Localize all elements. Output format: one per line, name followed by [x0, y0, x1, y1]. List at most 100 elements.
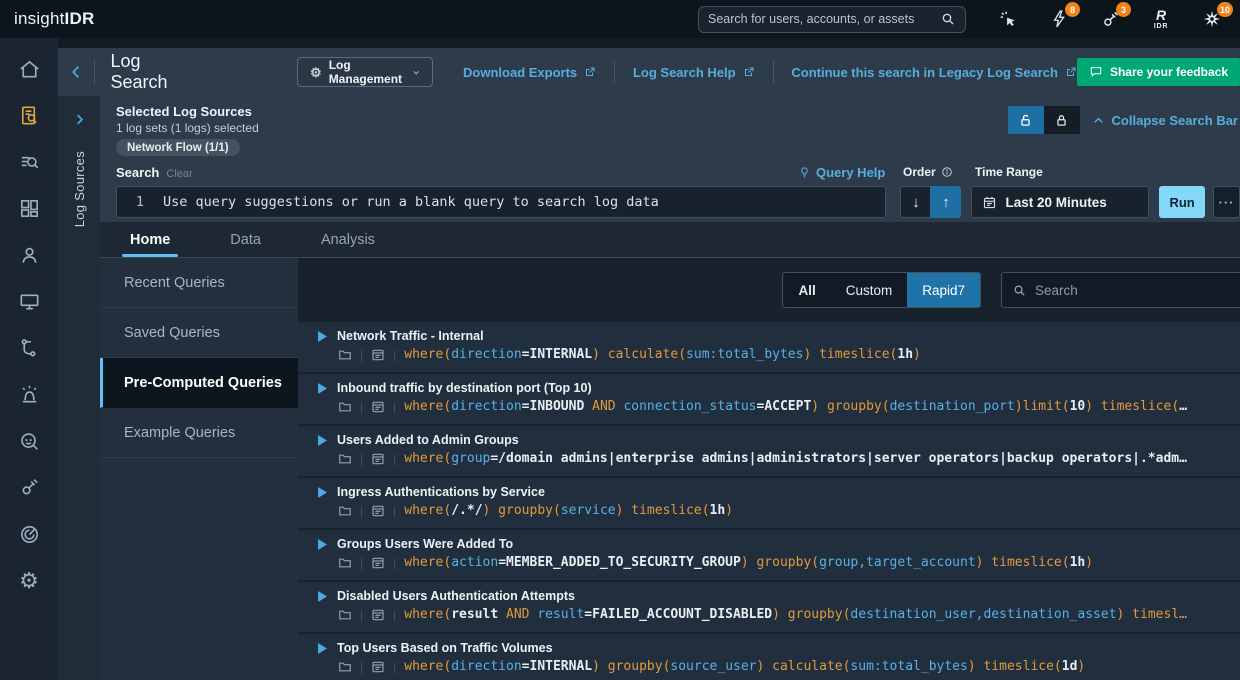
nav-detection-radar-icon[interactable]: [15, 520, 43, 548]
play-icon[interactable]: [318, 435, 327, 446]
query-row[interactable]: Inbound traffic by destination port (Top…: [298, 374, 1240, 424]
query-search-box[interactable]: [1001, 272, 1240, 308]
tab-data[interactable]: Data: [228, 222, 263, 257]
query-row[interactable]: Users Added to Admin Groups | | where(gr…: [298, 426, 1240, 476]
info-icon[interactable]: [941, 166, 953, 178]
folder-icon[interactable]: [338, 348, 352, 362]
calendar-icon[interactable]: [371, 608, 385, 622]
nav-home-icon[interactable]: [15, 55, 43, 83]
filter-custom[interactable]: Custom: [831, 273, 908, 307]
run-button[interactable]: Run: [1159, 186, 1205, 218]
nav-settings-gear-icon[interactable]: ⚙: [15, 567, 43, 595]
query-row[interactable]: Ingress Authentications by Service | | w…: [298, 478, 1240, 528]
calendar-icon[interactable]: [371, 504, 385, 518]
rapid7-idr-logo[interactable]: R IDR: [1149, 7, 1173, 31]
query-token: ) groupby(: [772, 607, 850, 622]
calendar-icon[interactable]: [371, 660, 385, 674]
quick-actions-lightning-icon[interactable]: 8: [1047, 7, 1071, 31]
folder-icon[interactable]: [338, 608, 352, 622]
nav-endpoints-monitor-icon[interactable]: [15, 288, 43, 316]
filter-rapid7[interactable]: Rapid7: [907, 273, 980, 307]
collapse-search-bar-label: Collapse Search Bar: [1112, 113, 1238, 128]
share-feedback-button[interactable]: Share your feedback: [1077, 58, 1240, 86]
query-title: Disabled Users Authentication Attempts: [337, 589, 575, 603]
play-icon[interactable]: [318, 383, 327, 394]
play-icon[interactable]: [318, 331, 327, 342]
query-row[interactable]: Top Users Based on Traffic Volumes | | w…: [298, 634, 1240, 680]
nav-query-list-icon[interactable]: [15, 148, 43, 176]
query-search-input[interactable]: [1035, 283, 1232, 298]
category-saved-queries[interactable]: Saved Queries: [100, 308, 298, 358]
log-management-label: Log Management: [329, 58, 405, 86]
nav-dashboards-grid-icon[interactable]: [15, 195, 43, 223]
log-search-help-link[interactable]: Log Search Help: [633, 65, 755, 80]
play-icon[interactable]: [318, 643, 327, 654]
insightidr-logo[interactable]: insightIDR: [14, 9, 94, 29]
search-icon: [940, 11, 956, 27]
unlocked-toggle-button[interactable]: [1008, 106, 1044, 134]
tab-analysis[interactable]: Analysis: [319, 222, 377, 257]
nav-investigate-magnifier-icon[interactable]: [15, 427, 43, 455]
lock-toggle-group: [1008, 106, 1080, 134]
query-row[interactable]: Network Traffic - Internal | | where(dir…: [298, 322, 1240, 372]
calendar-icon[interactable]: [371, 452, 385, 466]
lock-icon: [1053, 112, 1070, 129]
calendar-icon[interactable]: [371, 400, 385, 414]
folder-icon[interactable]: [338, 504, 352, 518]
global-search-input[interactable]: [708, 12, 932, 26]
collapse-search-bar-link[interactable]: Collapse Search Bar: [1092, 113, 1238, 128]
divider: |: [393, 660, 396, 674]
sort-ascending-button[interactable]: ↑: [930, 186, 961, 218]
lightning-badge: 8: [1065, 2, 1080, 17]
filter-all[interactable]: All: [783, 273, 830, 307]
sort-descending-button[interactable]: ↓: [900, 186, 931, 218]
calendar-icon[interactable]: [371, 556, 385, 570]
left-nav-sidebar: ⚙: [0, 38, 58, 680]
folder-icon[interactable]: [338, 400, 352, 414]
play-icon[interactable]: [318, 591, 327, 602]
category-recent-queries[interactable]: Recent Queries: [100, 258, 298, 308]
nav-alerts-siren-icon[interactable]: [15, 381, 43, 409]
logo-prefix: insight: [14, 9, 65, 28]
divider: |: [393, 608, 396, 622]
nav-users-icon[interactable]: [15, 241, 43, 269]
chat-bubble-icon: [1089, 65, 1103, 79]
clear-link[interactable]: Clear: [166, 168, 192, 180]
play-icon[interactable]: [318, 487, 327, 498]
chevron-right-icon[interactable]: [72, 112, 87, 127]
category-pre-computed-queries[interactable]: Pre-Computed Queries: [100, 358, 298, 408]
query-token: ) timeslice(: [1085, 399, 1179, 414]
category-example-queries[interactable]: Example Queries: [100, 408, 298, 458]
locked-toggle-button[interactable]: [1044, 106, 1080, 134]
query-title: Top Users Based on Traffic Volumes: [337, 641, 553, 655]
nav-data-collection-plug-icon[interactable]: [15, 474, 43, 502]
log-source-chip[interactable]: Network Flow (1/1): [116, 139, 240, 156]
play-icon[interactable]: [318, 539, 327, 550]
query-token: direction: [451, 399, 521, 414]
nav-network-flow-icon[interactable]: [15, 334, 43, 362]
query-editor[interactable]: 1 Use query suggestions or run a blank q…: [116, 186, 886, 218]
back-button[interactable]: [58, 48, 94, 96]
query-token: where(: [404, 399, 451, 414]
query-token: result: [451, 607, 498, 622]
log-management-button[interactable]: ⚙ Log Management: [297, 57, 433, 87]
global-search[interactable]: [698, 6, 966, 33]
more-options-button[interactable]: ···: [1213, 186, 1240, 218]
folder-icon[interactable]: [338, 556, 352, 570]
whats-new-star-icon[interactable]: 10: [1200, 7, 1224, 31]
download-exports-link[interactable]: Download Exports: [463, 65, 596, 80]
query-row[interactable]: Groups Users Were Added To | | where(act…: [298, 530, 1240, 580]
connections-plug-icon[interactable]: 3: [1098, 7, 1122, 31]
calendar-icon[interactable]: [371, 348, 385, 362]
folder-icon[interactable]: [338, 452, 352, 466]
pointer-tour-icon[interactable]: [996, 7, 1020, 31]
tab-home[interactable]: Home: [128, 222, 172, 257]
folder-icon[interactable]: [338, 660, 352, 674]
query-help-link[interactable]: Query Help: [798, 165, 885, 180]
time-range-select[interactable]: Last 20 Minutes: [971, 186, 1149, 218]
query-row[interactable]: Disabled Users Authentication Attempts |…: [298, 582, 1240, 632]
legacy-log-search-link[interactable]: Continue this search in Legacy Log Searc…: [791, 65, 1077, 80]
chevron-down-icon: [412, 67, 420, 78]
nav-log-search-icon[interactable]: [15, 102, 43, 130]
log-sources-rail[interactable]: Log Sources: [58, 96, 100, 680]
